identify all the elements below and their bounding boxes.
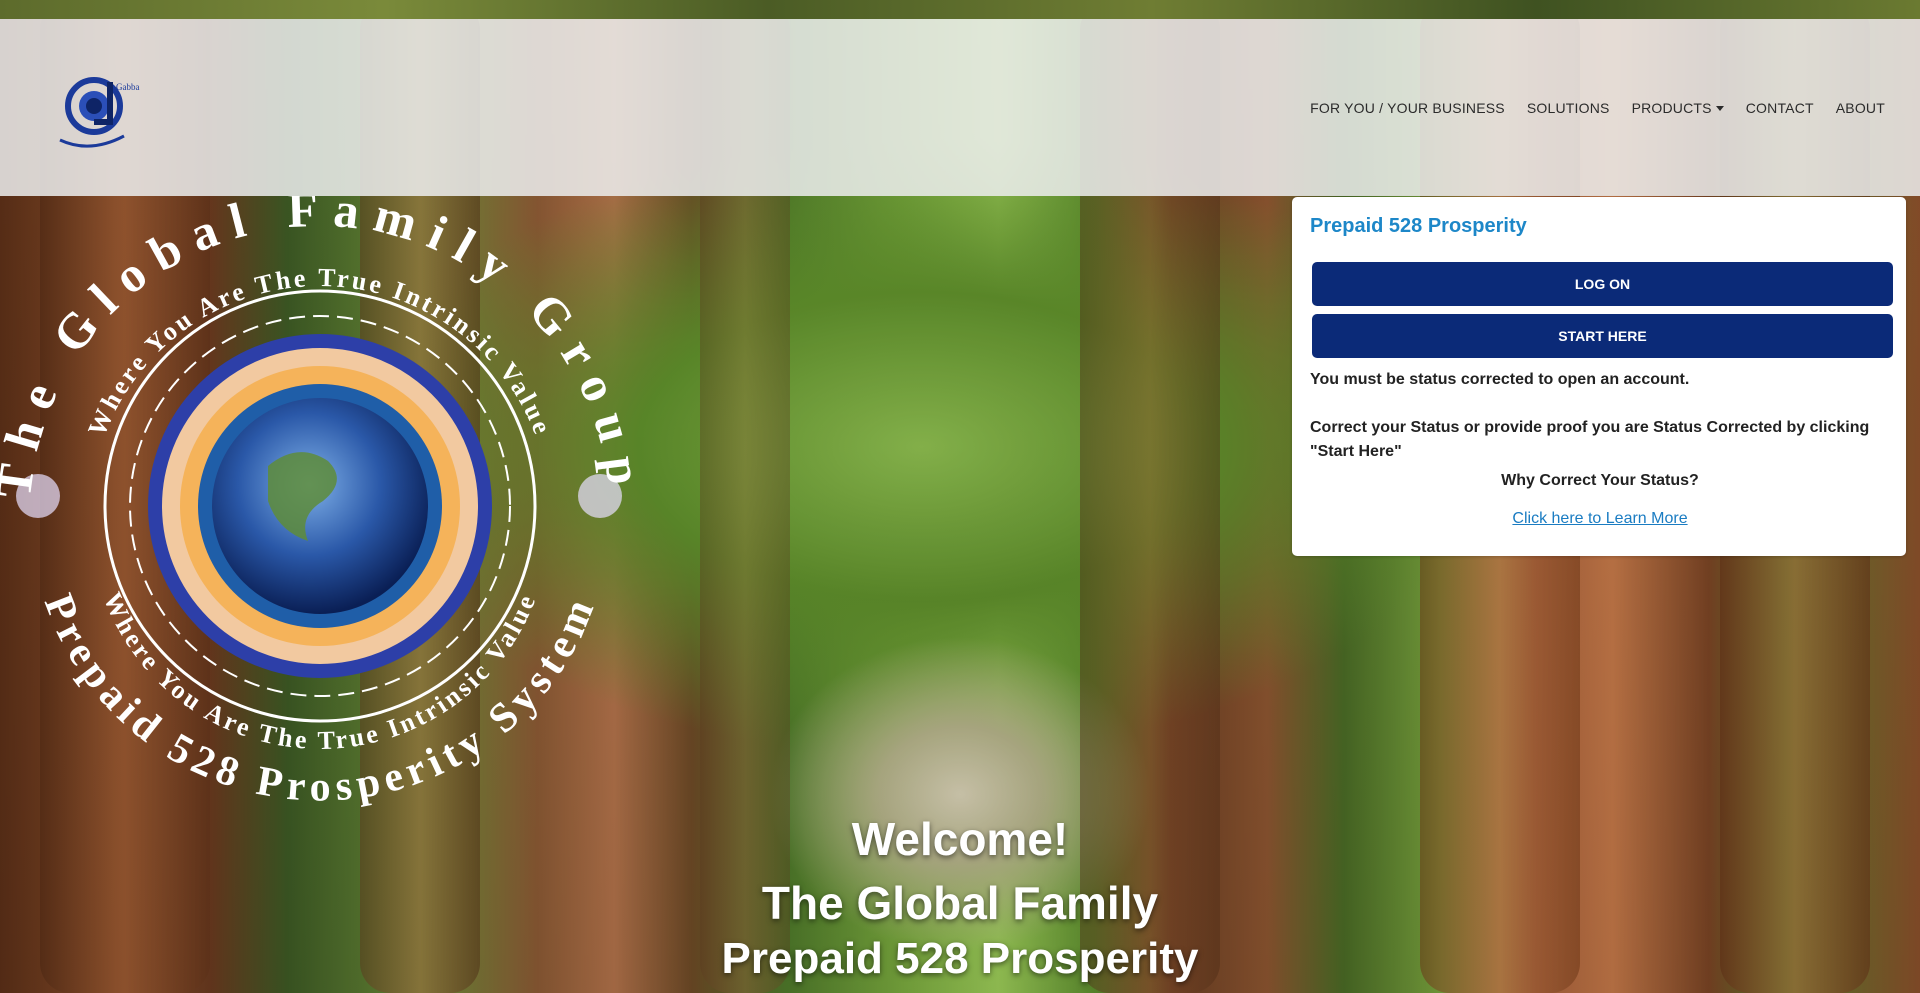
caret-down-icon	[1715, 105, 1724, 111]
globe-logo-icon: Gabba	[59, 76, 140, 148]
brand-logo-text: Gabba	[116, 82, 140, 92]
account-card: Prepaid 528 Prosperity LOG ON START HERE…	[1292, 197, 1906, 556]
brand-logo[interactable]: Gabba	[50, 62, 142, 154]
status-correct-message: Correct your Status or provide proof you…	[1310, 419, 1870, 460]
navbar: Gabba FOR YOU / YOUR BUSINESS SOLUTIONS …	[0, 19, 1920, 196]
why-correct-heading: Why Correct Your Status?	[1501, 472, 1699, 489]
learn-more-link[interactable]: Click here to Learn More	[1310, 510, 1890, 528]
background-top-strip	[0, 0, 1920, 19]
hero-welcome: Welcome!	[851, 813, 1069, 865]
card-title: Prepaid 528 Prosperity	[1310, 215, 1527, 237]
nav-item-products-label: PRODUCTS	[1631, 99, 1712, 116]
start-here-button[interactable]: START HERE	[1312, 314, 1893, 358]
earth-globe-icon	[212, 398, 428, 614]
nav-item-for-you[interactable]: FOR YOU / YOUR BUSINESS	[1310, 100, 1505, 116]
status-required-message: You must be status corrected to open an …	[1310, 371, 1690, 388]
log-on-button[interactable]: LOG ON	[1312, 262, 1893, 306]
hero-subtitle: Prepaid 528 Prosperity	[721, 934, 1199, 983]
nav-item-solutions[interactable]: SOLUTIONS	[1527, 100, 1610, 116]
hero-title: The Global Family	[761, 877, 1159, 929]
nav-item-contact[interactable]: CONTACT	[1746, 100, 1814, 116]
nav-item-about[interactable]: ABOUT	[1836, 100, 1885, 116]
global-family-emblem: The Global Family Group Where You Are Th…	[0, 196, 640, 811]
main-nav: FOR YOU / YOUR BUSINESS SOLUTIONS PRODUC…	[1310, 100, 1885, 116]
nav-item-products[interactable]: PRODUCTS	[1632, 100, 1724, 116]
